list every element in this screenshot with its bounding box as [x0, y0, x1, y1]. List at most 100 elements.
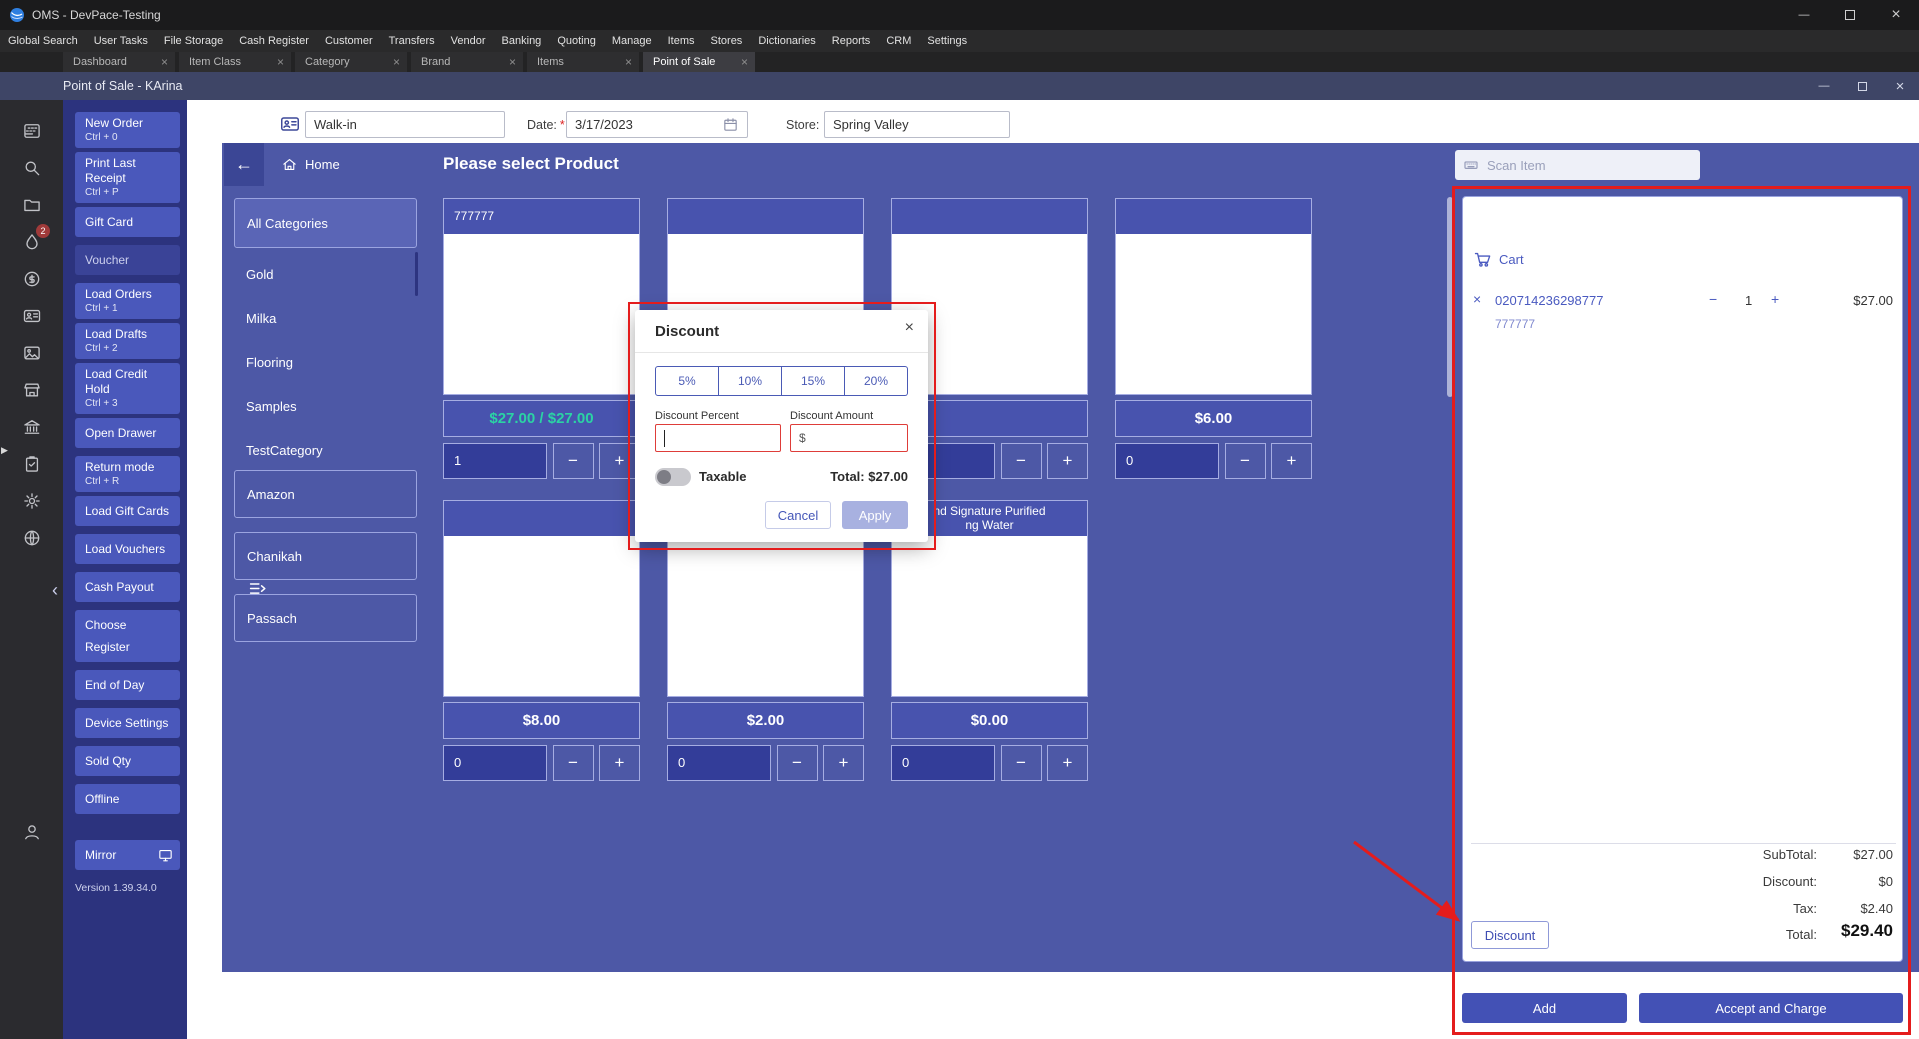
dialog-close-icon[interactable]: [905, 319, 914, 337]
qty-input[interactable]: 0: [1115, 443, 1219, 479]
customer-card-icon[interactable]: [279, 113, 301, 135]
percent-10-button[interactable]: 10%: [719, 366, 782, 396]
qty-input[interactable]: 1: [443, 443, 547, 479]
pos-minimize-button[interactable]: [1805, 72, 1843, 100]
tab-close-icon[interactable]: [625, 55, 632, 69]
accept-and-charge-button[interactable]: Accept and Charge: [1639, 993, 1903, 1023]
store-input[interactable]: [824, 111, 1010, 138]
menu-dictionaries[interactable]: Dictionaries: [750, 30, 823, 52]
menu-manage[interactable]: Manage: [604, 30, 660, 52]
qty-plus-button[interactable]: [823, 745, 864, 781]
tab-dashboard[interactable]: Dashboard: [63, 52, 175, 72]
tab-category[interactable]: Category: [295, 52, 407, 72]
nav-button-offline[interactable]: Offline: [75, 784, 180, 814]
nav-button-new-order[interactable]: New OrderCtrl + 0: [75, 112, 180, 148]
qty-minus-button[interactable]: [553, 745, 594, 781]
menu-stores[interactable]: Stores: [703, 30, 751, 52]
nav-button-device-settings[interactable]: Device Settings: [75, 708, 180, 738]
menu-crm[interactable]: CRM: [878, 30, 919, 52]
product-scrollbar[interactable]: [1447, 197, 1453, 397]
qty-plus-button[interactable]: [1271, 443, 1312, 479]
rail-settings-icon[interactable]: [0, 482, 63, 519]
rail-expand-icon[interactable]: ▶: [1, 445, 8, 456]
tab-item-class[interactable]: Item Class: [179, 52, 291, 72]
rail-customers-icon[interactable]: [0, 297, 63, 334]
rail-bank-icon[interactable]: [0, 408, 63, 445]
minimize-button[interactable]: [1781, 0, 1827, 30]
tab-close-icon[interactable]: [741, 55, 748, 69]
nav-button-sold-qty[interactable]: Sold Qty: [75, 746, 180, 776]
rail-promotions-icon[interactable]: 2: [0, 223, 63, 260]
menu-reports[interactable]: Reports: [824, 30, 879, 52]
tab-close-icon[interactable]: [393, 55, 400, 69]
product-card-777777[interactable]: 777777: [443, 198, 640, 395]
nav-button-load-gift-cards[interactable]: Load Gift Cards: [75, 496, 180, 526]
menu-vendor[interactable]: Vendor: [443, 30, 494, 52]
nav-button-gift-card[interactable]: Gift Card: [75, 207, 180, 237]
nav-button-load-drafts[interactable]: Load DraftsCtrl + 2: [75, 323, 180, 359]
rail-search-icon[interactable]: [0, 149, 63, 186]
apply-button-disabled[interactable]: Apply: [842, 501, 908, 529]
menu-customer[interactable]: Customer: [317, 30, 381, 52]
qty-input[interactable]: 0: [891, 745, 995, 781]
menu-items[interactable]: Items: [660, 30, 703, 52]
product-card[interactable]: [443, 500, 640, 697]
nav-button-end-of-day[interactable]: End of Day: [75, 670, 180, 700]
rail-account-icon[interactable]: [0, 822, 63, 842]
qty-plus-button[interactable]: [599, 745, 640, 781]
menu-banking[interactable]: Banking: [494, 30, 550, 52]
percent-15-button[interactable]: 15%: [782, 366, 845, 396]
date-input[interactable]: [566, 111, 748, 138]
cart-qty-minus-icon[interactable]: [1709, 291, 1717, 307]
qty-minus-button[interactable]: [1225, 443, 1266, 479]
nav-button-voucher[interactable]: Voucher: [75, 245, 180, 275]
qty-input[interactable]: 0: [443, 745, 547, 781]
scan-item-input[interactable]: [1487, 158, 1677, 173]
qty-plus-button[interactable]: [599, 443, 640, 479]
percent-20-button[interactable]: 20%: [845, 366, 908, 396]
nav-button-mirror[interactable]: Mirror: [75, 840, 180, 870]
tab-brand[interactable]: Brand: [411, 52, 523, 72]
remove-item-icon[interactable]: [1473, 291, 1481, 307]
nav-button-print-last-receipt[interactable]: Print Last ReceiptCtrl + P: [75, 152, 180, 203]
category-flooring[interactable]: Flooring: [234, 340, 417, 384]
category-samples[interactable]: Samples: [234, 384, 417, 428]
home-button[interactable]: Home: [281, 156, 340, 173]
product-card[interactable]: [1115, 198, 1312, 395]
nav-button-load-credit-hold[interactable]: Load Credit HoldCtrl + 3: [75, 363, 180, 414]
category-testcategory[interactable]: TestCategory: [234, 428, 417, 472]
tab-close-icon[interactable]: [509, 55, 516, 69]
qty-plus-button[interactable]: [1047, 745, 1088, 781]
menu-quoting[interactable]: Quoting: [549, 30, 604, 52]
pos-close-button[interactable]: [1881, 72, 1919, 100]
qty-plus-button[interactable]: [1047, 443, 1088, 479]
close-button[interactable]: [1873, 0, 1919, 30]
taxable-toggle[interactable]: [655, 468, 691, 486]
tab-close-icon[interactable]: [277, 55, 284, 69]
customer-input[interactable]: [305, 111, 505, 138]
menu-global-search[interactable]: Global Search: [0, 30, 86, 52]
qty-minus-button[interactable]: [777, 745, 818, 781]
nav-button-return-mode[interactable]: Return modeCtrl + R: [75, 456, 180, 492]
cart-qty-plus-icon[interactable]: [1771, 291, 1779, 307]
rail-dashboard-icon[interactable]: [0, 112, 63, 149]
tab-close-icon[interactable]: [161, 55, 168, 69]
qty-minus-button[interactable]: [1001, 745, 1042, 781]
category-passach[interactable]: Passach: [234, 594, 417, 642]
category-chanikah[interactable]: Chanikah: [234, 532, 417, 580]
rail-store-icon[interactable]: [0, 371, 63, 408]
category-amazon[interactable]: Amazon: [234, 470, 417, 518]
discount-button[interactable]: Discount: [1471, 921, 1549, 949]
tab-items[interactable]: Items: [527, 52, 639, 72]
discount-amount-input[interactable]: $: [790, 424, 908, 452]
category-all-categories[interactable]: All Categories: [234, 198, 417, 248]
calendar-icon[interactable]: [722, 116, 739, 133]
tab-point-of-sale[interactable]: Point of Sale: [643, 52, 755, 72]
rail-payments-icon[interactable]: [0, 260, 63, 297]
menu-settings[interactable]: Settings: [919, 30, 975, 52]
menu-cash-register[interactable]: Cash Register: [231, 30, 317, 52]
discount-percent-input[interactable]: [655, 424, 781, 452]
pos-restore-button[interactable]: [1843, 72, 1881, 100]
category-gold[interactable]: Gold: [234, 252, 417, 296]
nav-button-open-drawer[interactable]: Open Drawer: [75, 418, 180, 448]
